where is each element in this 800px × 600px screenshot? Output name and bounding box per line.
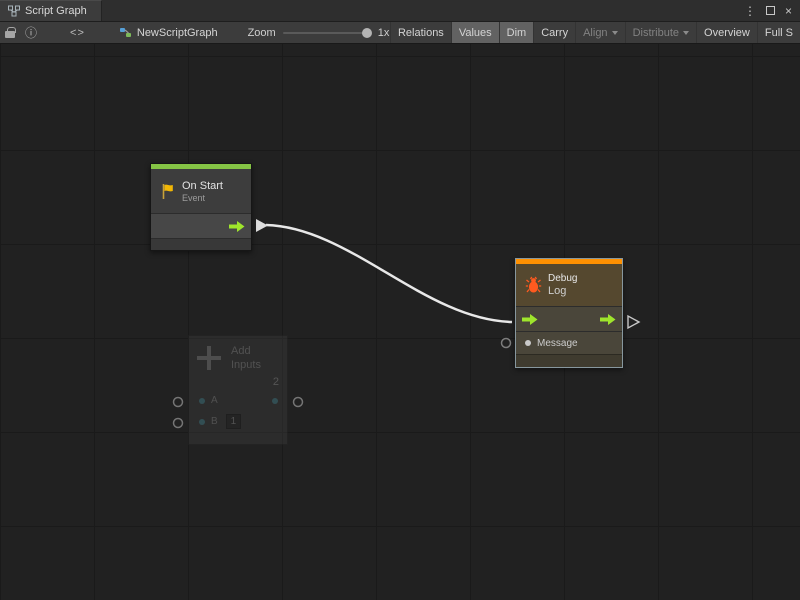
on-start-header: On Start Event bbox=[151, 169, 251, 213]
debug-output-triangle-icon[interactable] bbox=[628, 316, 639, 328]
align-label: Align bbox=[583, 27, 607, 39]
script-graph-asset-icon bbox=[119, 26, 132, 39]
add-output-circle-icon[interactable] bbox=[294, 398, 303, 407]
overview-button[interactable]: Overview bbox=[696, 22, 757, 43]
value-port-dot-icon[interactable] bbox=[199, 398, 205, 404]
tab-script-graph[interactable]: Script Graph bbox=[0, 0, 102, 21]
node-title: Debug bbox=[548, 273, 577, 284]
input-b-value-field[interactable]: 1 bbox=[226, 414, 242, 429]
debug-ports-row bbox=[516, 306, 622, 332]
control-output-arrow-icon[interactable] bbox=[229, 221, 245, 232]
add-title-line2: Inputs bbox=[231, 359, 261, 371]
chevron-down-icon bbox=[683, 31, 689, 35]
script-graph-window: Script Graph ⋮ × ⓘ <> NewScriptGraph Zoo… bbox=[0, 0, 800, 600]
add-node-header: Add Inputs 2 bbox=[189, 336, 287, 390]
code-icon[interactable]: <> bbox=[70, 27, 85, 39]
info-icon[interactable]: ⓘ bbox=[20, 22, 42, 44]
node-subtitle: Event bbox=[182, 193, 223, 203]
chevron-down-icon bbox=[612, 31, 618, 35]
add-inputs-count: 2 bbox=[273, 376, 279, 388]
node-on-start[interactable]: On Start Event bbox=[150, 163, 252, 251]
close-icon[interactable]: × bbox=[785, 0, 792, 22]
carry-button[interactable]: Carry bbox=[533, 22, 575, 43]
zoom-group: Zoom 1x bbox=[248, 27, 390, 39]
node-title: On Start bbox=[182, 180, 223, 192]
distribute-button[interactable]: Distribute bbox=[625, 22, 696, 43]
zoom-value: 1x bbox=[378, 27, 390, 39]
graph-tab-icon bbox=[8, 5, 20, 17]
maximize-icon[interactable] bbox=[766, 6, 775, 15]
value-output-dot-icon[interactable] bbox=[272, 398, 278, 404]
connection-wire[interactable] bbox=[266, 225, 512, 322]
input-a-label: A bbox=[211, 395, 218, 406]
values-button[interactable]: Values bbox=[451, 22, 499, 43]
zoom-slider-knob[interactable] bbox=[362, 28, 372, 38]
graph-canvas[interactable]: On Start Event bbox=[0, 44, 800, 600]
graph-toolbar: ⓘ <> NewScriptGraph Zoom 1x Relations Va… bbox=[0, 22, 800, 44]
node-debug-log[interactable]: Debug Log Message bbox=[515, 258, 623, 368]
input-row-b[interactable]: B 1 bbox=[189, 411, 287, 432]
on-start-ports-row bbox=[151, 213, 251, 239]
debug-header: Debug Log bbox=[516, 264, 622, 306]
add-input-a-circle-icon[interactable] bbox=[174, 398, 183, 407]
message-port-row[interactable]: Message bbox=[516, 332, 622, 354]
distribute-label: Distribute bbox=[633, 27, 679, 39]
relations-button[interactable]: Relations bbox=[390, 22, 451, 43]
bug-icon bbox=[525, 276, 542, 294]
control-output-arrow-icon[interactable] bbox=[600, 314, 616, 325]
zoom-label: Zoom bbox=[248, 27, 276, 39]
message-port-label: Message bbox=[537, 338, 578, 349]
control-input-arrow-icon[interactable] bbox=[522, 314, 538, 325]
connections-overlay bbox=[0, 44, 800, 600]
node-add-inputs-dimmed[interactable]: Add Inputs 2 A B 1 bbox=[188, 335, 288, 445]
zoom-slider[interactable] bbox=[283, 32, 371, 34]
lock-icon[interactable] bbox=[0, 22, 20, 44]
titlebar: Script Graph ⋮ × bbox=[0, 0, 800, 22]
window-controls: ⋮ × bbox=[744, 0, 800, 21]
tab-title: Script Graph bbox=[25, 5, 87, 17]
add-input-b-circle-icon[interactable] bbox=[174, 419, 183, 428]
plus-icon bbox=[197, 346, 221, 370]
graph-name-group[interactable]: NewScriptGraph bbox=[119, 26, 218, 39]
input-b-label: B bbox=[211, 416, 218, 427]
dim-button[interactable]: Dim bbox=[499, 22, 534, 43]
on-start-footer bbox=[151, 239, 251, 250]
fullscreen-button[interactable]: Full S bbox=[757, 22, 800, 43]
toolbar-buttons: Relations Values Dim Carry Align Distrib… bbox=[390, 22, 800, 43]
value-port-dot-icon[interactable] bbox=[525, 340, 531, 346]
on-start-output-triangle-icon[interactable] bbox=[256, 219, 268, 232]
debug-footer bbox=[516, 354, 622, 367]
value-port-dot-icon[interactable] bbox=[199, 419, 205, 425]
input-row-a[interactable]: A bbox=[189, 390, 287, 411]
add-title-line1: Add bbox=[231, 345, 251, 357]
flag-icon bbox=[160, 183, 176, 200]
menu-icon[interactable]: ⋮ bbox=[744, 0, 756, 22]
align-button[interactable]: Align bbox=[575, 22, 624, 43]
graph-name-label: NewScriptGraph bbox=[137, 27, 218, 39]
node-subtitle: Log bbox=[548, 285, 577, 297]
message-input-circle-icon[interactable] bbox=[502, 339, 511, 348]
